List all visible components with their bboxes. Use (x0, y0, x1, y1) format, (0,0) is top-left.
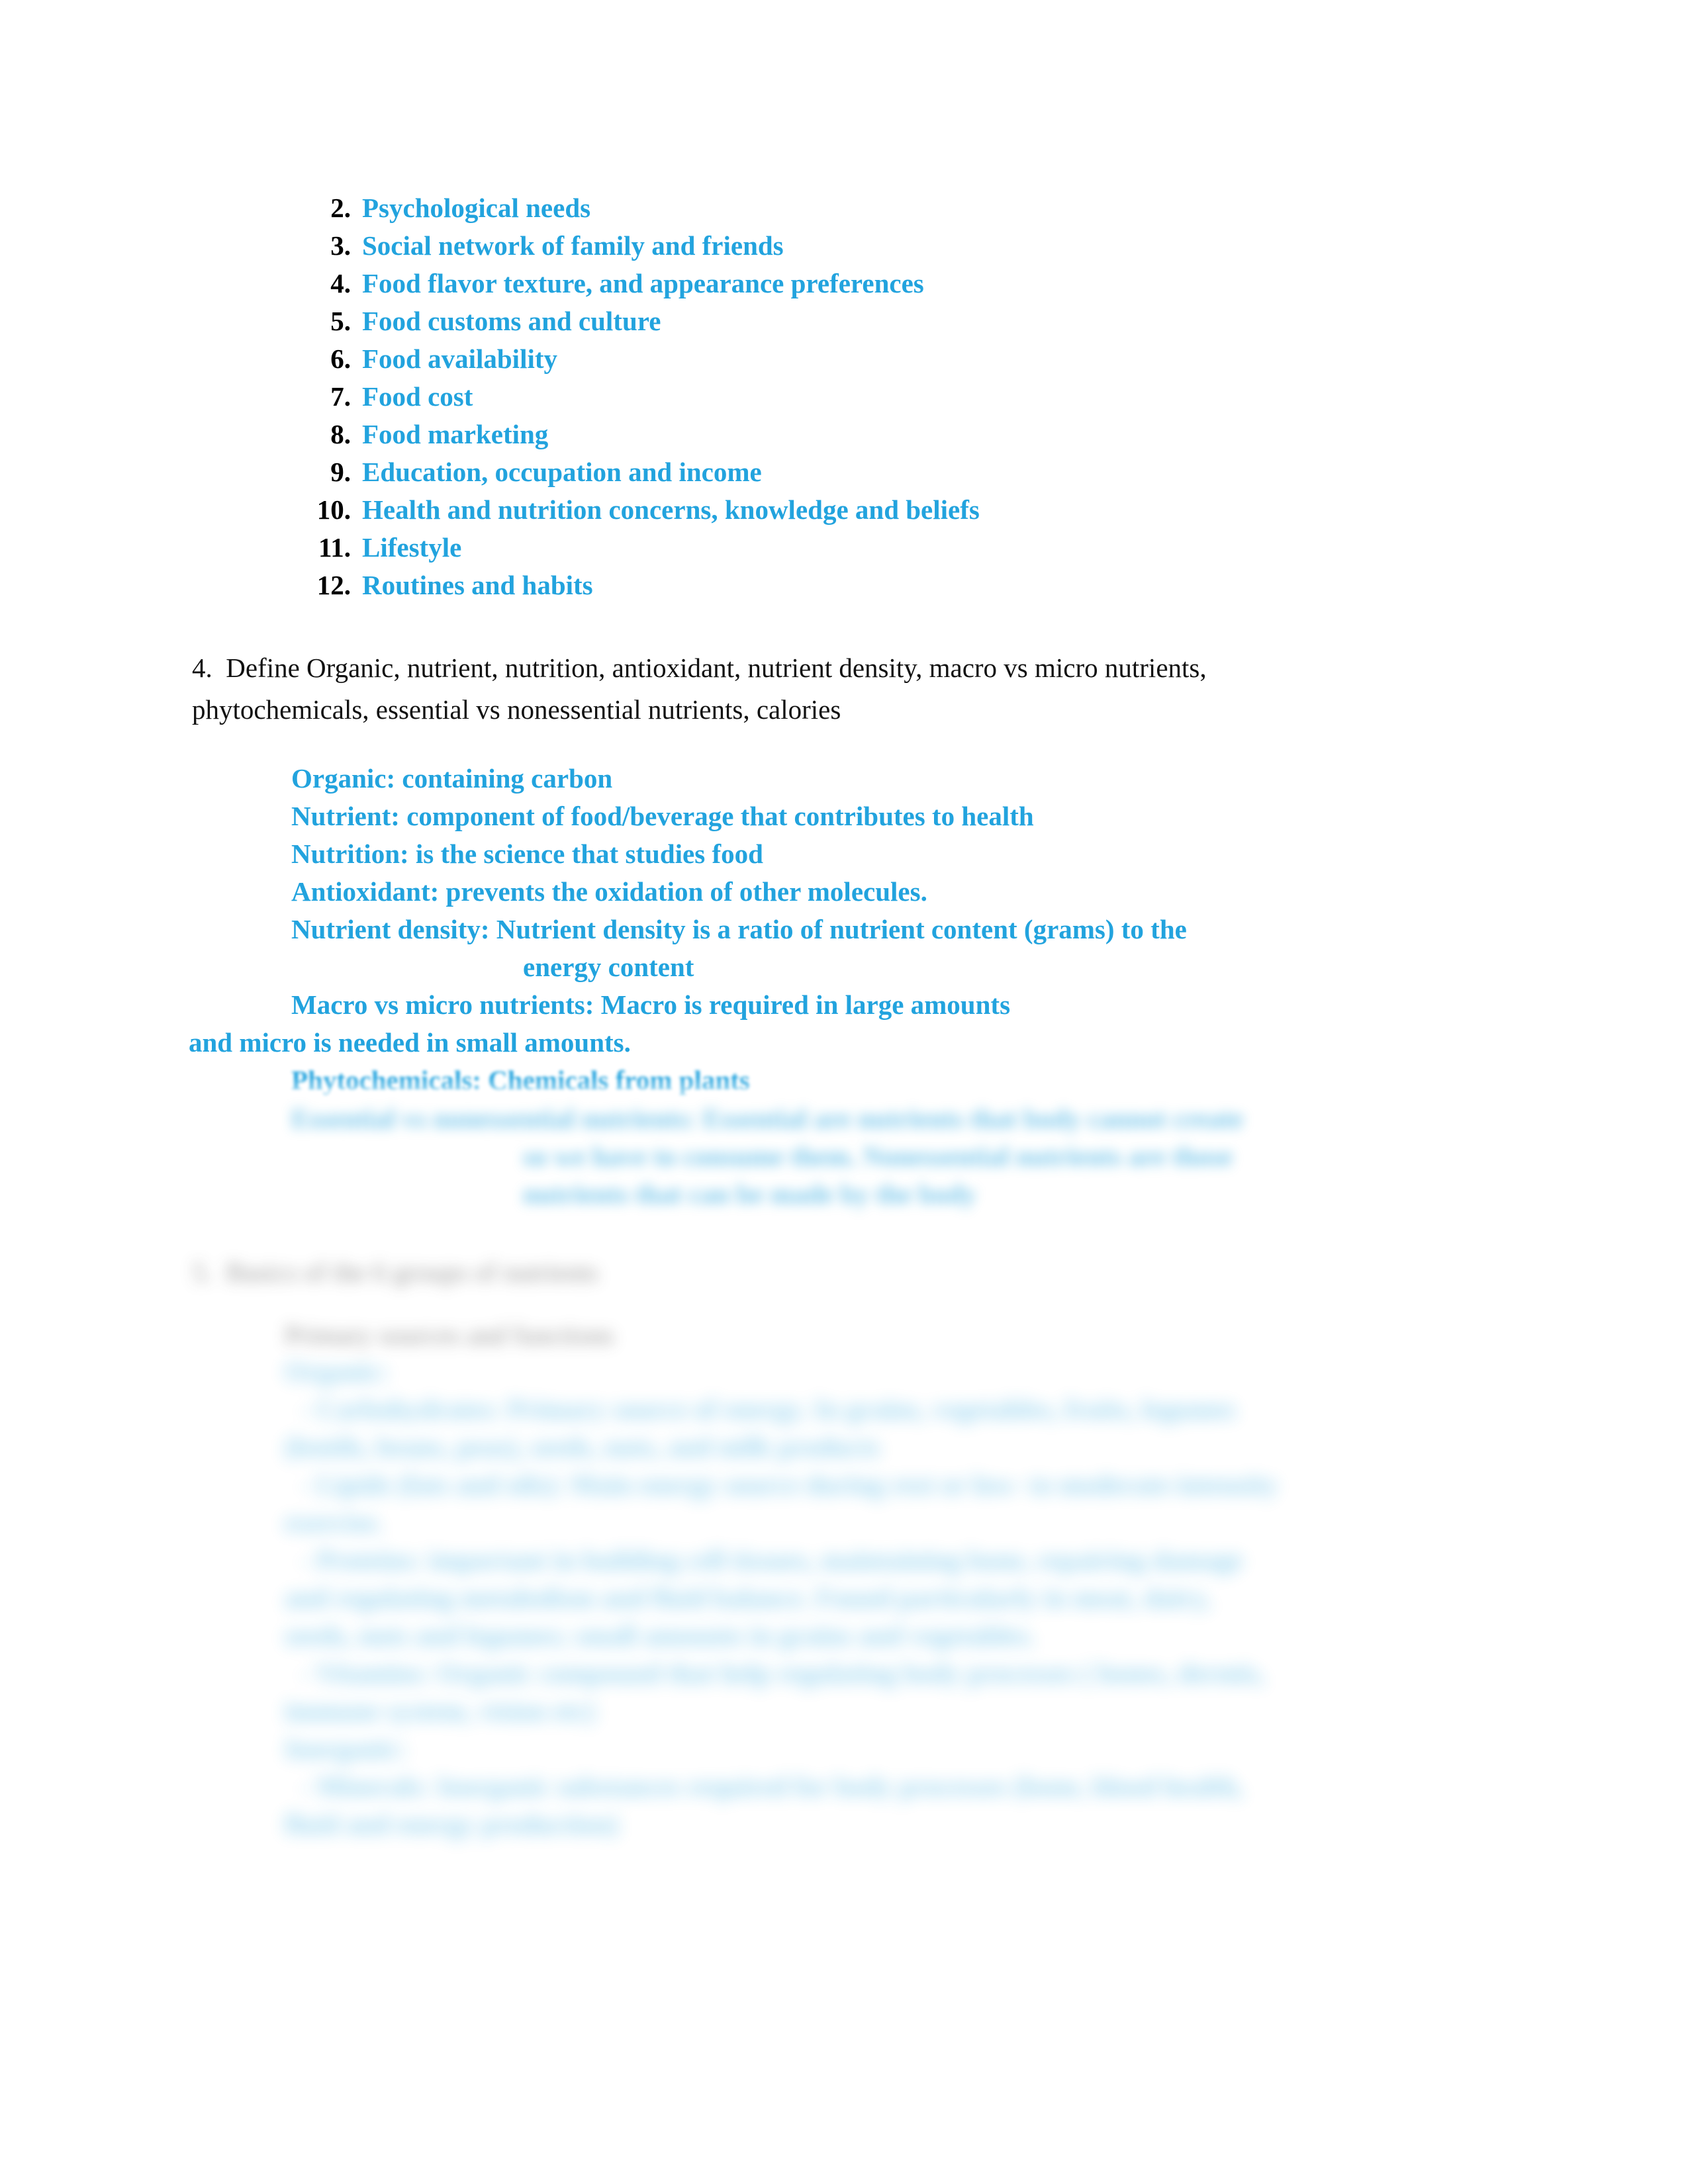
nutrient-group-minerals: - Minerals: Inorganic substances require… (301, 1771, 1243, 1801)
list-item-label: Psychological needs (362, 193, 591, 223)
list-item-label: Food cost (362, 381, 473, 412)
definition-organic: Organic: containing carbon (291, 763, 613, 794)
nutrient-group-vitamins-cont: immune system, vision etc) (285, 1696, 596, 1726)
list-item: 8. Food marketing (0, 416, 1688, 453)
list-item-label: Food customs and culture (362, 306, 661, 336)
document-page: 2. Psychological needs 3. Social network… (0, 0, 1688, 2184)
definition-essential-2: so we have to consume them. Nonessential… (523, 1141, 1233, 1171)
fade-band-phytochemicals: Phytochemicals: Chemicals from plants (0, 1062, 1688, 1099)
definition-essential-3: nutrients that can be made by the body (523, 1179, 976, 1209)
list-item: 9. Education, occupation and income (0, 453, 1688, 491)
list-item-number: 6. (330, 343, 351, 374)
definition-macro-micro-2: and micro is needed in small amounts. (189, 1027, 631, 1058)
nutrient-group-proteins: - Proteins: important in building cell t… (301, 1545, 1243, 1575)
list-item-label: Food flavor texture, and appearance pref… (362, 268, 924, 298)
definition-macro-micro-1: Macro vs micro nutrients: Macro is requi… (291, 989, 1011, 1020)
list-item-number: 11. (318, 532, 351, 563)
definitions-block: Organic: containing carbon Nutrient: com… (0, 760, 1688, 1062)
factors-numbered-list: 2. Psychological needs 3. Social network… (0, 189, 1688, 604)
question-four-line-1: 4. Define Organic, nutrient, nutrition, … (192, 653, 1207, 683)
nutrient-group-proteins-cont-2: seeds, nuts and legumes; small amounts i… (285, 1620, 1035, 1651)
list-item-label: Education, occupation and income (362, 457, 762, 487)
fade-band-question-five: 5. Basics of the 6 groups of nutrients (0, 1253, 1688, 1291)
definition-nutrient-density-2: energy content (523, 952, 694, 982)
list-item: 7. Food cost (0, 378, 1688, 416)
definition-nutrient: Nutrient: component of food/beverage tha… (291, 801, 1034, 831)
nutrient-group-carbs-cont: (lentils, beans, peas), seeds, nuts, and… (285, 1432, 880, 1462)
list-item-label: Food availability (362, 343, 558, 374)
list-item-number: 3. (330, 230, 351, 261)
blurred-lower-content: Phytochemicals: Chemicals from plants Es… (0, 1062, 1688, 1889)
fade-band-essential: Essential vs nonessential nutrients: Ess… (0, 1100, 1688, 1213)
list-item-number: 12. (316, 570, 351, 600)
definition-phytochemicals: Phytochemicals: Chemicals from plants (291, 1065, 750, 1095)
list-item-label: Health and nutrition concerns, knowledge… (362, 494, 980, 525)
list-item: 12. Routines and habits (0, 567, 1688, 604)
list-item: 3. Social network of family and friends (0, 227, 1688, 265)
list-item: 6. Food availability (0, 340, 1688, 378)
question-four-prompt: 4. Define Organic, nutrient, nutrition, … (192, 647, 1483, 731)
nutrient-group-lipids-cont: exercise. (285, 1507, 383, 1537)
list-item-number: 4. (330, 268, 351, 298)
list-item-number: 2. (330, 193, 351, 223)
nutrient-group-organic-heading: Organic: (285, 1356, 389, 1387)
list-item-label: Food marketing (362, 419, 549, 449)
definition-nutrition: Nutrition: is the science that studies f… (291, 839, 763, 869)
nutrient-group-inorganic-heading: Inorganic: (285, 1733, 407, 1764)
list-item: 2. Psychological needs (0, 189, 1688, 227)
list-item-number: 10. (316, 494, 351, 525)
list-item: 4. Food flavor texture, and appearance p… (0, 265, 1688, 302)
fade-band-nutrient-groups: Organic: - Carbohydrates: Primary source… (0, 1353, 1688, 1843)
list-item: 5. Food customs and culture (0, 302, 1688, 340)
fade-band-subbullet: Primary sources and functions (0, 1316, 1688, 1354)
list-item-label: Lifestyle (362, 532, 462, 563)
definition-essential-1: Essential vs nonessential nutrients: Ess… (291, 1103, 1244, 1134)
list-item-number: 8. (330, 419, 351, 449)
list-item-number: 7. (330, 381, 351, 412)
definition-nutrient-density-1: Nutrient density: Nutrient density is a … (291, 914, 1187, 944)
nutrient-group-carbohydrates: - Carbohydrates: Primary source of energ… (301, 1394, 1236, 1424)
nutrient-group-lipids: - Lipids (fats and oils): Main energy so… (301, 1469, 1278, 1500)
list-item-label: Social network of family and friends (362, 230, 784, 261)
nutrient-group-minerals-cont: fluid and energy production) (285, 1809, 618, 1839)
list-item: 10. Health and nutrition concerns, knowl… (0, 491, 1688, 529)
question-four-line-2: phytochemicals, essential vs nonessentia… (192, 694, 841, 725)
nutrient-group-proteins-cont-1: and regulating metabolism and fluid bala… (285, 1582, 1211, 1613)
definition-antioxidant: Antioxidant: prevents the oxidation of o… (291, 876, 927, 907)
question-five-sub-bullet: Primary sources and functions (285, 1320, 614, 1350)
nutrient-group-vitamins: - Vitamins: Organic compound that help r… (301, 1658, 1265, 1688)
list-item-number: 5. (330, 306, 351, 336)
list-item: 11. Lifestyle (0, 529, 1688, 567)
question-five-heading: 5. Basics of the 6 groups of nutrients (192, 1257, 598, 1287)
list-item-number: 9. (330, 457, 351, 487)
list-item-label: Routines and habits (362, 570, 593, 600)
